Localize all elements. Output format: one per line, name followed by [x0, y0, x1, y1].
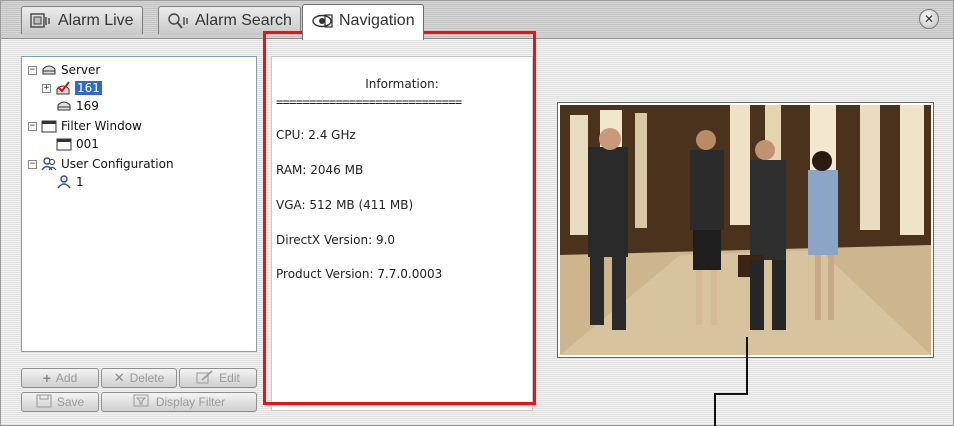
expand-icon[interactable]: + — [42, 83, 51, 93]
display-filter-button-label: Display Filter — [155, 395, 226, 409]
save-icon — [36, 394, 52, 411]
filter-icon — [133, 394, 151, 411]
tree-node-001-label: 001 — [76, 137, 99, 151]
info-vga: VGA: 512 MB (411 MB) — [276, 198, 414, 212]
edit-button[interactable]: Edit — [179, 368, 257, 388]
info-directx: DirectX Version: 9.0 — [276, 233, 396, 247]
add-button[interactable]: + Add — [21, 368, 99, 388]
info-title: Information: — [365, 77, 439, 91]
tab-bar: Alarm Live Alarm Search Navigation ✕ — [1, 1, 953, 40]
collapse-icon[interactable]: − — [28, 121, 37, 131]
user-icon — [56, 175, 72, 189]
video-preview[interactable] — [560, 105, 931, 355]
callout-line — [714, 393, 748, 395]
collapse-icon[interactable]: − — [28, 159, 37, 169]
tree-node-server[interactable]: − Server — [28, 61, 100, 79]
tab-alarm-live-label: Alarm Live — [58, 11, 134, 29]
delete-button[interactable]: ✕ Delete — [101, 368, 177, 388]
edit-icon — [196, 369, 214, 387]
server-icon — [41, 63, 57, 77]
tree-node-161-label: 161 — [75, 81, 102, 95]
delete-icon: ✕ — [113, 370, 125, 385]
tree-node-001[interactable]: 001 — [56, 135, 99, 153]
users-icon — [41, 157, 57, 171]
display-filter-button[interactable]: Display Filter — [101, 392, 257, 412]
info-ram: RAM: 2046 MB — [276, 163, 364, 177]
window-icon — [41, 119, 57, 133]
tree-node-169-label: 169 — [76, 99, 99, 113]
tree-node-filter-window-label: Filter Window — [61, 119, 142, 133]
tab-alarm-search[interactable]: Alarm Search — [158, 6, 301, 34]
tree-node-169[interactable]: 169 — [56, 97, 99, 115]
tree-node-user-1[interactable]: 1 — [56, 173, 84, 191]
info-separator: ============================ — [276, 95, 462, 109]
save-button[interactable]: Save — [21, 392, 99, 412]
tree-node-161[interactable]: + 161 — [42, 79, 102, 97]
device-tree: − Server + 161 169 − Filter Window 001 −… — [21, 56, 257, 352]
server-icon — [56, 99, 72, 113]
tree-node-user-1-label: 1 — [76, 175, 84, 189]
callout-line — [714, 393, 716, 426]
add-button-label: Add — [55, 371, 78, 385]
delete-button-label: Delete — [129, 371, 165, 385]
video-preview-frame — [557, 102, 934, 358]
callout-line — [746, 337, 748, 395]
close-icon[interactable]: ✕ — [919, 9, 939, 29]
tree-node-server-label: Server — [61, 63, 101, 77]
tree-node-user-configuration-label: User Configuration — [61, 157, 174, 171]
plus-icon: + — [42, 370, 51, 386]
collapse-icon[interactable]: − — [28, 65, 37, 75]
alarm-live-icon — [30, 12, 52, 30]
info-cpu: CPU: 2.4 GHz — [276, 128, 356, 142]
information-panel: Information: ===========================… — [271, 56, 533, 411]
tab-alarm-search-label: Alarm Search — [195, 11, 292, 29]
tree-node-filter-window[interactable]: − Filter Window — [28, 117, 142, 135]
edit-button-label: Edit — [219, 371, 240, 385]
server-alert-icon — [55, 81, 71, 95]
navigation-window: Alarm Live Alarm Search Navigation ✕ − S… — [0, 0, 954, 426]
window-icon — [56, 137, 72, 151]
save-button-label: Save — [56, 395, 85, 409]
info-product-version: Product Version: 7.7.0.0003 — [276, 267, 443, 281]
tree-node-user-configuration[interactable]: − User Configuration — [28, 155, 174, 173]
tab-navigation-label: Navigation — [339, 11, 415, 29]
eye-icon — [311, 12, 333, 30]
preview-image — [560, 105, 931, 355]
alarm-search-icon — [167, 12, 189, 30]
tab-alarm-live[interactable]: Alarm Live — [21, 6, 143, 34]
tab-navigation[interactable]: Navigation — [302, 4, 424, 40]
